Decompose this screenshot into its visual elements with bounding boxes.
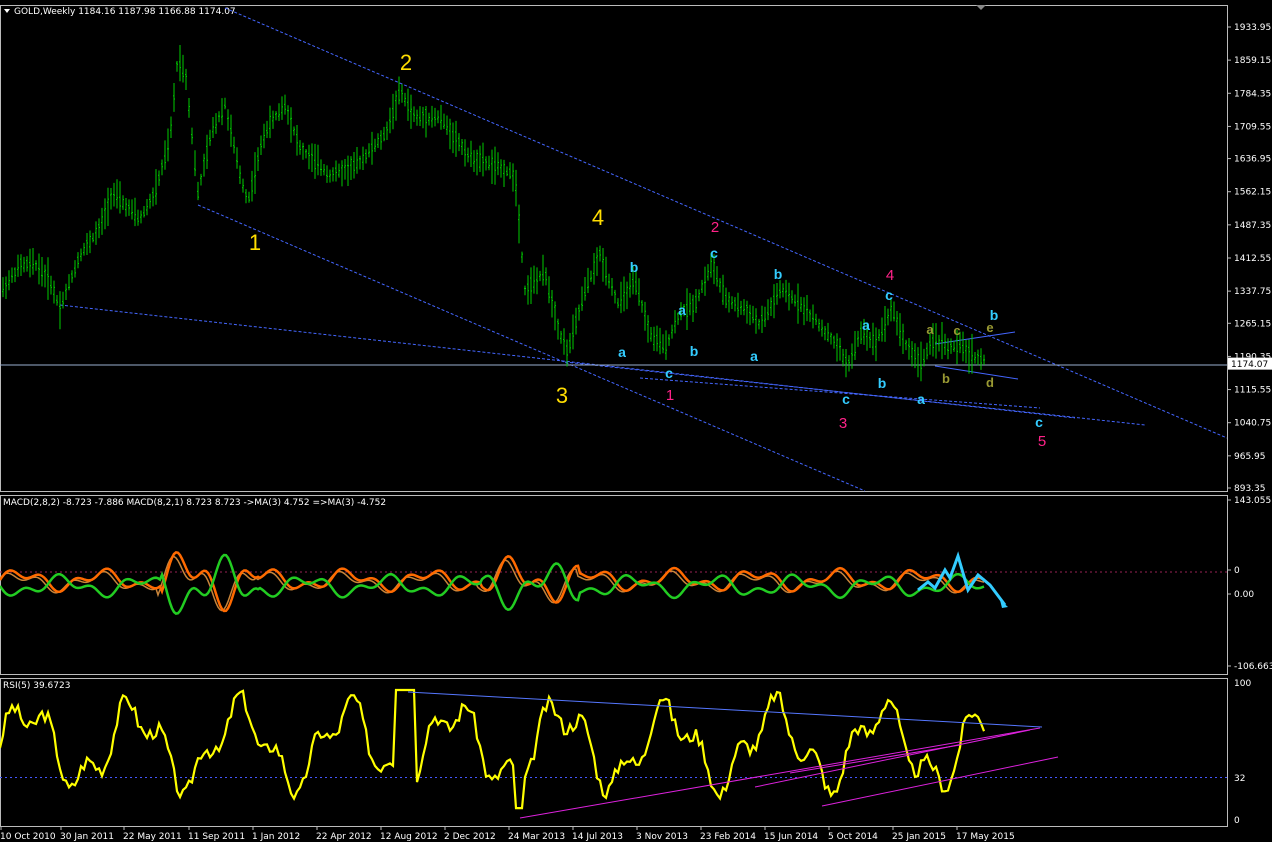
wave-label-p1: 1 xyxy=(666,387,674,404)
wave-label-c_c3: c xyxy=(842,391,850,407)
wave-label-c_b4: b xyxy=(878,375,887,391)
wave-label-p2: 2 xyxy=(711,219,719,236)
price-tick-label: 1115.55 xyxy=(1234,386,1271,396)
rsi-support-trendline xyxy=(519,727,1041,819)
time-tick-label: 23 Feb 2014 xyxy=(700,832,756,842)
rsi-support-trendline xyxy=(821,756,1059,807)
wave-label-c_c5: c xyxy=(1035,414,1043,430)
channel-trendline xyxy=(564,361,1146,426)
channel-trendline xyxy=(639,377,1041,409)
dropdown-arrow-icon[interactable] xyxy=(4,9,10,13)
price-tick-label: 893.35 xyxy=(1234,484,1266,494)
macd-lines: 143.055 0 0.00 -106.663 xyxy=(0,496,1272,672)
price-tick-label: 1859.15 xyxy=(1234,56,1271,66)
channel-trendline xyxy=(224,7,1228,439)
wave-label-o_d: d xyxy=(986,375,994,390)
trendlines xyxy=(0,7,1228,492)
time-tick-label: 22 May 2011 xyxy=(123,832,182,842)
wave-label-o_e: e xyxy=(986,320,993,335)
wave-label-c_a5: a xyxy=(917,391,925,407)
price-tick-label: 1709.55 xyxy=(1234,122,1271,132)
current-price-label: 1174.07 xyxy=(1231,360,1268,370)
time-tick-label: 24 Mar 2013 xyxy=(508,832,565,842)
wave-label-c_c2: c xyxy=(710,245,718,261)
wave-label-c_c4: c xyxy=(885,287,893,303)
wave-label-c_b1: b xyxy=(630,259,639,275)
wave-label-c_b3: b xyxy=(774,266,783,282)
price-tick-label: 1040.75 xyxy=(1234,419,1271,429)
symbol-label: GOLD,Weekly 1184.16 1187.98 1166.88 1174… xyxy=(14,7,236,17)
price-tick-label: 1487.35 xyxy=(1234,221,1271,231)
time-tick-label: 17 May 2015 xyxy=(956,832,1015,842)
time-tick-label: 2 Dec 2012 xyxy=(444,832,496,842)
price-tick-label: 1412.55 xyxy=(1234,254,1271,264)
price-tick-label: 1636.95 xyxy=(1234,155,1271,165)
rsi-line xyxy=(0,688,986,810)
rsi-tick-label: 100 xyxy=(1234,679,1251,689)
price-panel-frame xyxy=(0,5,1228,492)
price-tick-label: 1265.15 xyxy=(1234,319,1271,329)
channel-trendline xyxy=(197,204,866,492)
time-tick-label: 1 Jan 2012 xyxy=(252,832,300,842)
rsi-tick-label: 32 xyxy=(1234,774,1245,784)
time-tick-label: 11 Sep 2011 xyxy=(188,832,245,842)
macd-tick-label: -106.663 xyxy=(1234,662,1272,672)
macd-tick-label: 0 xyxy=(1234,566,1240,576)
wave-label-p5: 5 xyxy=(1038,433,1046,450)
time-tick-label: 30 Jan 2011 xyxy=(60,832,114,842)
time-tick-label: 10 Oct 2010 xyxy=(0,832,56,842)
wave-label-y4: 4 xyxy=(592,205,604,230)
rsi-lines: 100 32 0 xyxy=(0,679,1251,826)
wave-label-p4: 4 xyxy=(886,267,894,284)
wave-label-o_c: c xyxy=(953,323,960,338)
wave-label-y3: 3 xyxy=(556,383,568,408)
time-tick-label: 25 Jan 2015 xyxy=(892,832,946,842)
macd-label: MACD(2,8,2) -8.723 -7.886 MACD(8,2,1) 8.… xyxy=(3,498,386,508)
chart-canvas[interactable]: GOLD,Weekly 1184.16 1187.98 1166.88 1174… xyxy=(0,0,1272,842)
time-tick-label: 22 Apr 2012 xyxy=(316,832,372,842)
rsi-label: RSI(5) 39.6723 xyxy=(3,681,70,691)
wave-label-c_c1: c xyxy=(665,365,673,381)
wave-label-o_b: b xyxy=(942,371,950,386)
time-tick-label: 3 Nov 2013 xyxy=(636,832,688,842)
macd-projection-path xyxy=(917,551,1007,606)
wave-label-c_a1: a xyxy=(618,344,626,360)
wave-label-c_a4: a xyxy=(862,317,870,333)
wave-labels: 123412345abcabcabcabcabcabcde xyxy=(249,50,1046,450)
macd-tick-label: 143.055 xyxy=(1234,496,1271,506)
wave-label-o_a: a xyxy=(926,322,934,337)
rsi-upper-trendline xyxy=(407,691,1043,728)
time-tick-label: 14 Jul 2013 xyxy=(572,832,623,842)
price-tick-label: 1562.15 xyxy=(1234,188,1271,198)
rsi-tick-label: 0 xyxy=(1234,816,1240,826)
time-tick-label: 15 Jun 2014 xyxy=(764,832,818,842)
wave-label-p3: 3 xyxy=(839,415,847,432)
price-tick-label: 1933.95 xyxy=(1234,23,1271,33)
time-axis: 10 Oct 2010 30 Jan 2011 22 May 2011 11 Sep … xyxy=(0,826,1015,842)
rsi-panel-frame xyxy=(0,678,1228,827)
price-bars xyxy=(2,45,985,382)
price-tick-label: 1784.35 xyxy=(1234,89,1271,99)
shift-marker-icon[interactable] xyxy=(976,5,986,10)
wave-label-y1: 1 xyxy=(249,230,261,255)
rsi-support-trendline xyxy=(754,729,1031,788)
price-scale: 1933.95 1859.15 1784.35 1709.55 1636.95 1562.… xyxy=(1227,23,1272,494)
time-tick-label: 12 Aug 2012 xyxy=(380,832,438,842)
wave-label-c_a3: a xyxy=(750,348,758,364)
wave-label-c_b2: b xyxy=(690,343,699,359)
wave-label-y2: 2 xyxy=(400,50,412,75)
time-tick-label: 5 Oct 2014 xyxy=(828,832,878,842)
price-tick-label: 1337.75 xyxy=(1234,287,1271,297)
macd-tick-label: 0.00 xyxy=(1234,590,1254,600)
wave-label-c_a2: a xyxy=(678,302,686,318)
price-tick-label: 965.95 xyxy=(1234,452,1266,462)
